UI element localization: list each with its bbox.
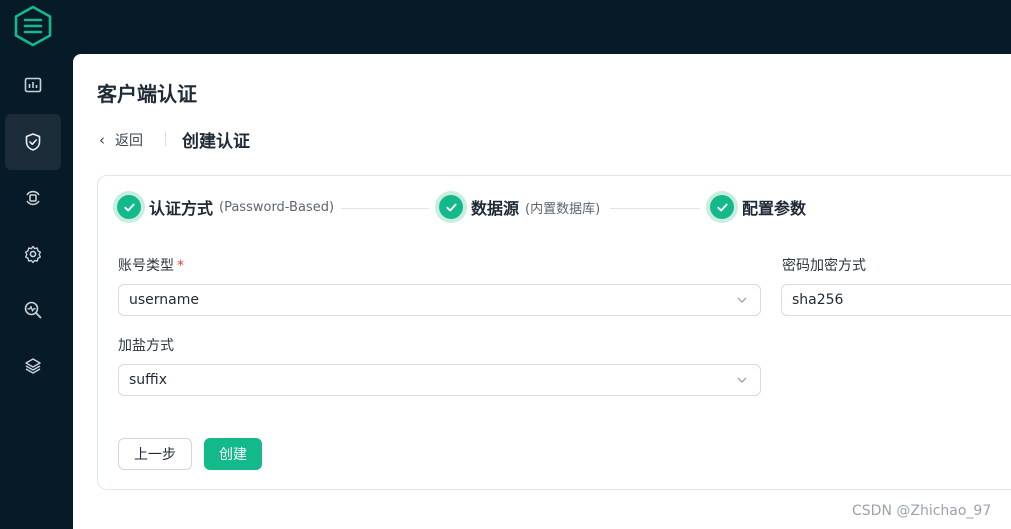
hash-select[interactable]: sha256	[781, 284, 1011, 316]
back-button[interactable]: ‹ 返回	[99, 130, 143, 150]
nav-diagnose[interactable]	[5, 282, 61, 338]
step-data-source: 数据源 (内置数据库)	[439, 195, 600, 219]
required-mark: *	[177, 258, 184, 274]
emqx-logo[interactable]	[13, 5, 53, 47]
salt-label: 加盐方式	[118, 338, 174, 354]
back-label: 返回	[115, 133, 143, 149]
salt-select[interactable]: suffix	[118, 364, 761, 396]
data-integration-icon	[26, 190, 40, 206]
account-type-label-text: 账号类型	[118, 258, 174, 274]
nav-management[interactable]	[5, 226, 61, 282]
step-check-icon	[439, 195, 463, 219]
hash-label: 密码加密方式	[782, 258, 866, 274]
step-config-params: 配置参数	[710, 195, 806, 219]
step-desc: (内置数据库)	[525, 201, 601, 217]
step-check-icon	[117, 195, 141, 219]
step-check-icon	[710, 195, 734, 219]
step-title: 数据源	[471, 199, 520, 218]
sub-title: 创建认证	[182, 132, 250, 152]
sidebar	[0, 0, 73, 529]
step-auth-method: 认证方式 (Password-Based)	[117, 195, 334, 219]
account-type-value: username	[129, 292, 199, 308]
salt-value: suffix	[129, 372, 167, 388]
chevron-left-icon: ‹	[99, 130, 105, 149]
step-title: 认证方式	[149, 199, 214, 218]
step-connector	[341, 208, 429, 209]
main-panel: 客户端认证 ‹ 返回 创建认证 认证方式 (Password-Based) 数据…	[73, 54, 1011, 529]
create-button[interactable]: 创建	[204, 438, 262, 470]
account-type-select[interactable]: username	[118, 284, 761, 316]
hash-value: sha256	[792, 292, 844, 308]
prev-step-button[interactable]: 上一步	[118, 438, 192, 470]
account-type-label: 账号类型 *	[118, 255, 184, 275]
logo-icon	[14, 5, 52, 47]
nav-extensions[interactable]	[5, 338, 61, 394]
dashboard-icon	[24, 77, 42, 93]
divider	[165, 132, 166, 146]
form-card: 认证方式 (Password-Based) 数据源 (内置数据库) 配置参数 账…	[97, 175, 1011, 490]
settings-gear-icon	[25, 245, 41, 264]
chevron-down-icon	[737, 297, 747, 303]
step-connector	[610, 208, 700, 209]
nav-dashboard[interactable]	[5, 57, 61, 113]
watermark: CSDN @Zhichao_97	[852, 503, 992, 519]
nav-access-control[interactable]	[5, 114, 61, 170]
shield-check-icon	[25, 133, 41, 151]
chevron-down-icon	[737, 377, 747, 383]
nav-integration[interactable]	[5, 170, 61, 226]
step-title: 配置参数	[742, 199, 807, 218]
step-desc: (Password-Based)	[219, 199, 335, 215]
page-title: 客户端认证	[97, 82, 197, 106]
extensions-layers-icon	[25, 358, 41, 374]
diagnose-search-icon	[24, 301, 42, 319]
